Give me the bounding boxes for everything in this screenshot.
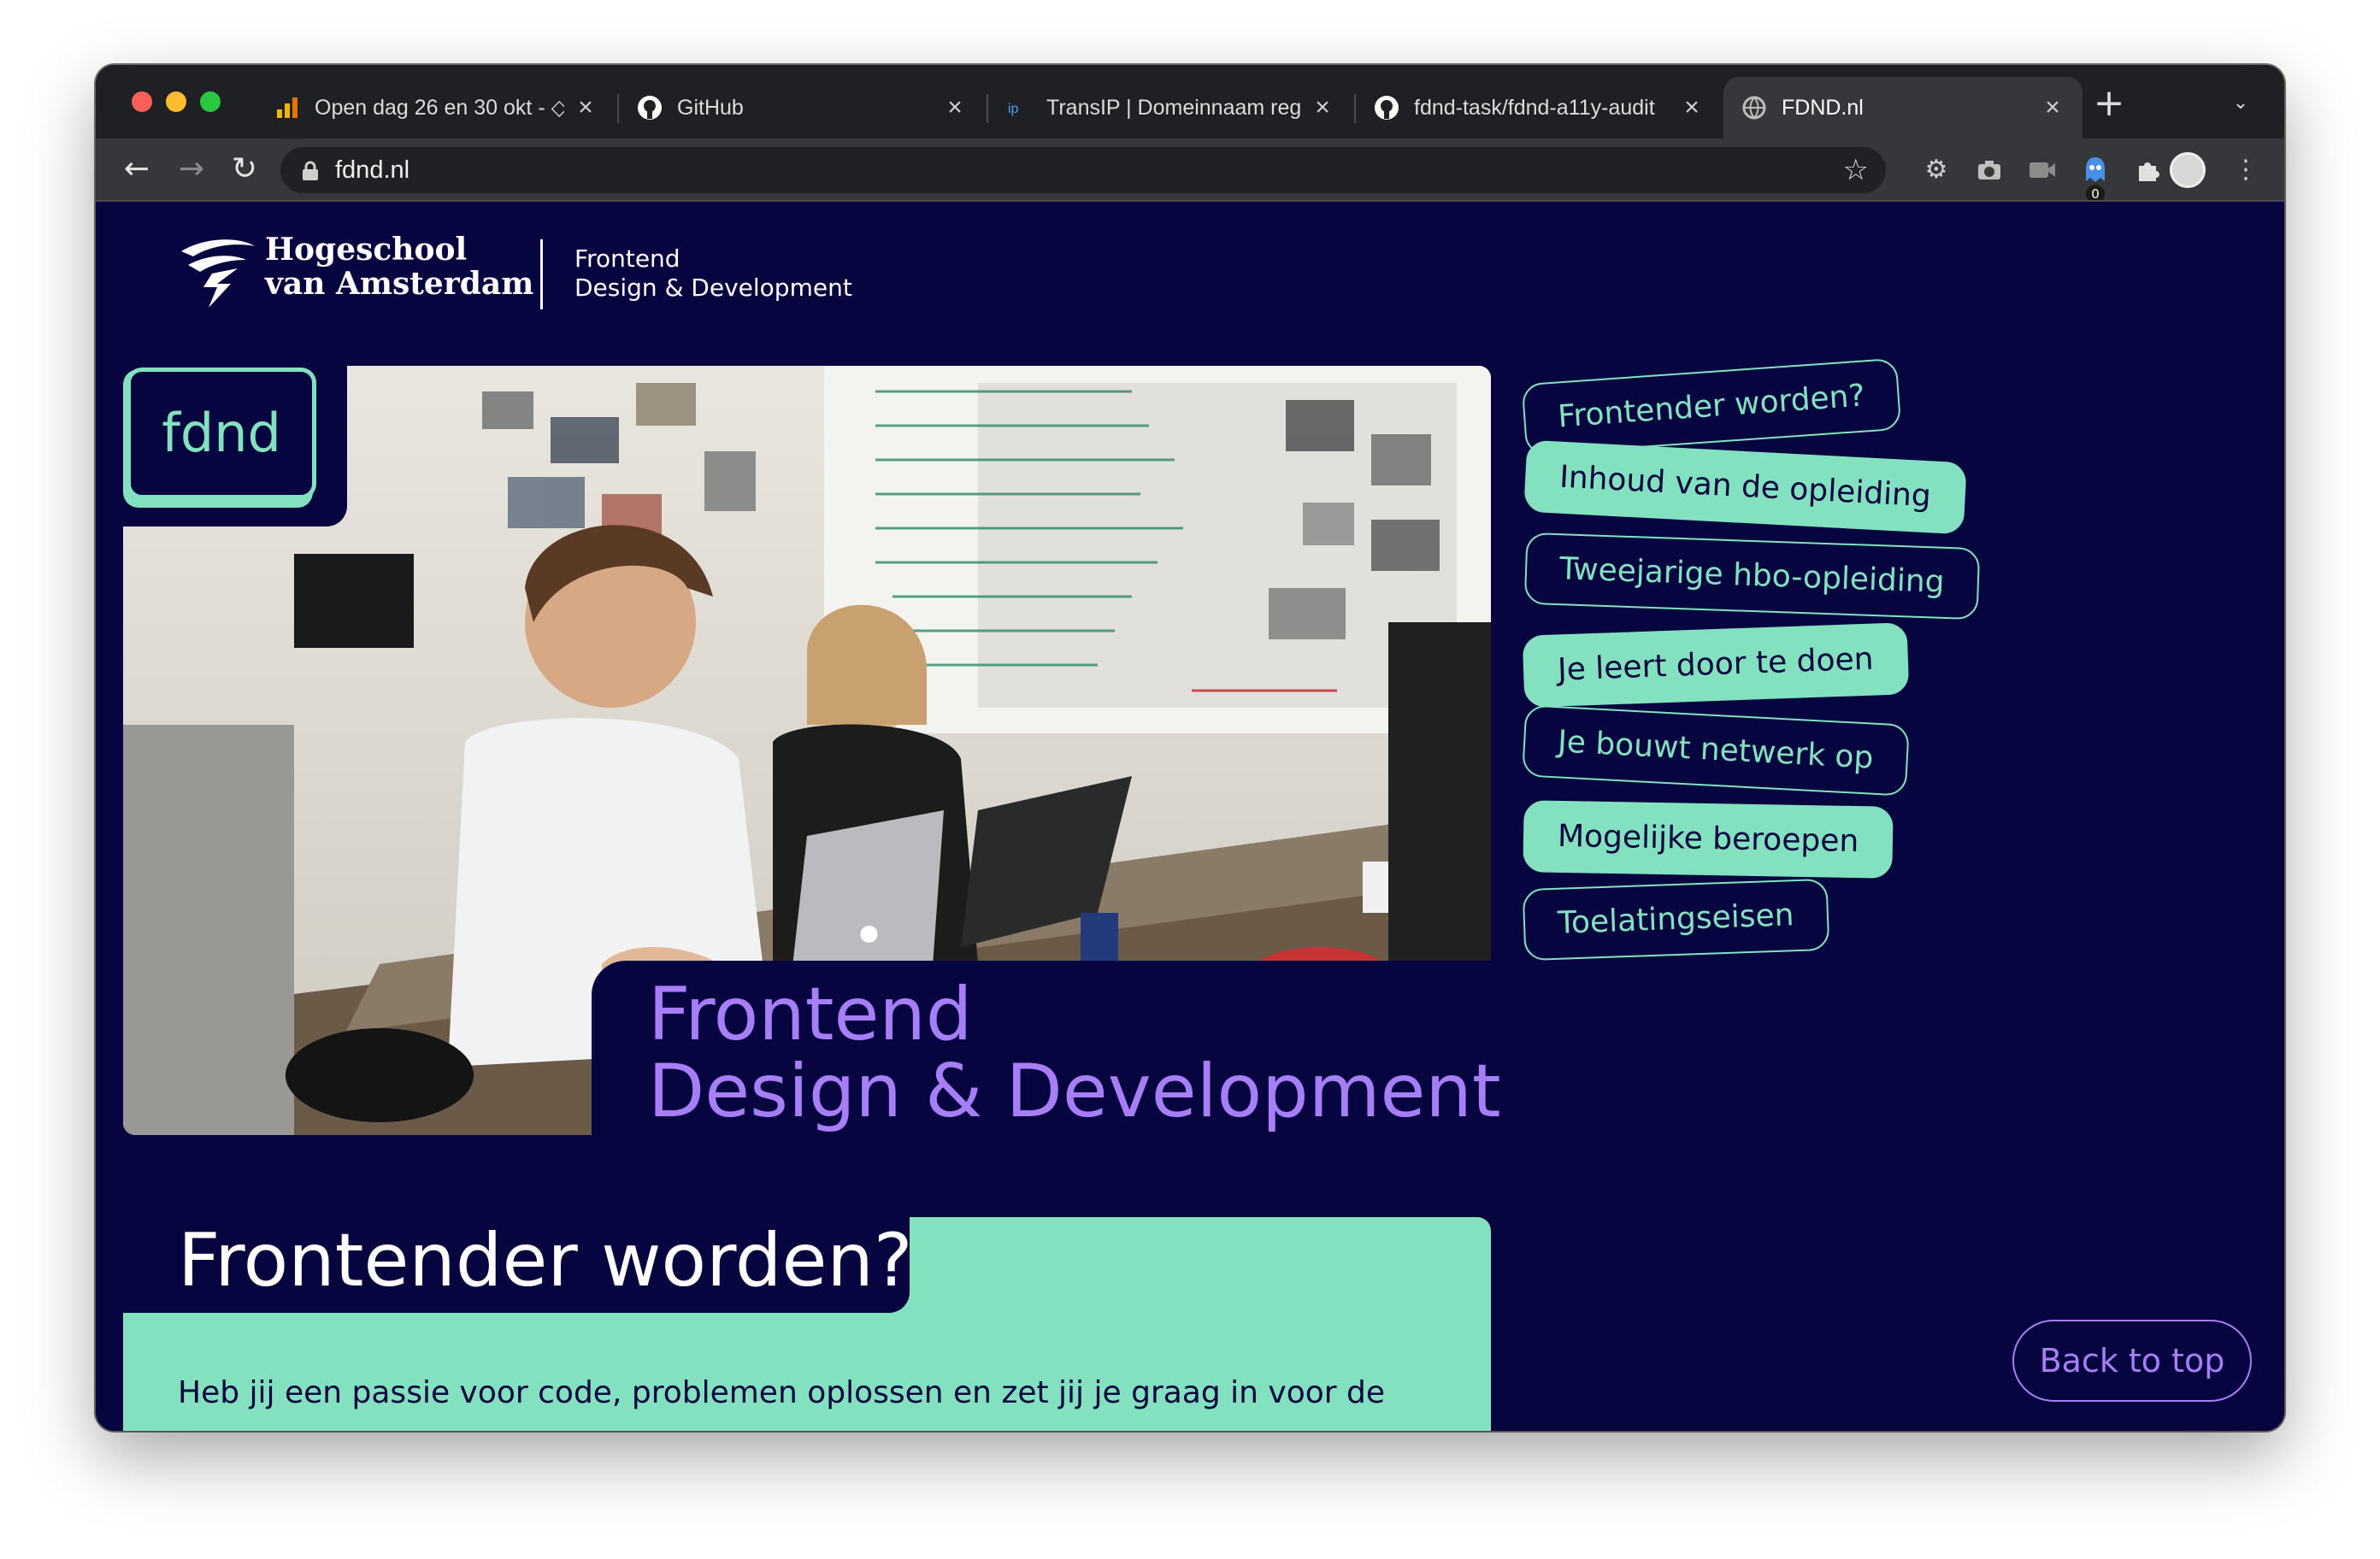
- program-wordmark[interactable]: Frontend Design & Development: [574, 244, 852, 303]
- browser-toolbar: ← → ↻ fdnd.nl ☆ ⚙ 0 ⋮: [96, 138, 2284, 203]
- tab-fdnd[interactable]: FDND.nl ×: [1723, 77, 2082, 138]
- hva-wordmark[interactable]: Hogeschool van Amsterdam: [265, 232, 533, 301]
- address-bar[interactable]: fdnd.nl ☆: [280, 147, 1886, 193]
- tab-title: TransIP | Domeinnaam reg: [1046, 95, 1301, 120]
- extensions-puzzle-icon[interactable]: [2132, 154, 2165, 186]
- hva-logo-icon[interactable]: [178, 234, 258, 311]
- hero-title-line-1: Frontend: [648, 972, 973, 1057]
- section-intro-text: Heb jij een passie voor code, problemen …: [178, 1375, 1386, 1410]
- org-line-1: Hogeschool: [265, 232, 468, 268]
- section-title: Frontender worden?: [178, 1218, 913, 1303]
- url-text: fdnd.nl: [335, 156, 410, 184]
- nav-link-inhoud-opleiding[interactable]: Inhoud van de opleiding: [1523, 439, 1967, 535]
- close-window-button[interactable]: [132, 91, 152, 112]
- nav-link-leren-door-doen[interactable]: Je leert door te doen: [1522, 622, 1909, 708]
- github-icon: [636, 94, 663, 121]
- org-line-2: van Amsterdam: [265, 266, 534, 302]
- tab-search-icon[interactable]: ⌄: [2228, 92, 2253, 118]
- nav-link-tweejarige-hbo[interactable]: Tweejarige hbo-opleiding: [1523, 532, 1980, 621]
- reload-icon[interactable]: ↻: [222, 147, 267, 191]
- tab-open-dag[interactable]: Open dag 26 en 30 okt - ◇ ×: [256, 77, 616, 138]
- browser-window: Open dag 26 en 30 okt - ◇ × GitHub × ip …: [96, 65, 2284, 1431]
- analytics-icon: [274, 94, 301, 121]
- tab-bar: Open dag 26 en 30 okt - ◇ × GitHub × ip …: [96, 65, 2284, 138]
- back-icon[interactable]: ←: [115, 147, 159, 191]
- globe-icon: [1741, 94, 1768, 121]
- nav-link-frontender-worden[interactable]: Frontender worden?: [1521, 357, 1902, 456]
- camera-icon[interactable]: [1973, 154, 2006, 186]
- svg-text:ip: ip: [1008, 102, 1019, 116]
- profile-avatar[interactable]: [2170, 152, 2206, 188]
- close-icon[interactable]: ×: [1310, 95, 1335, 121]
- web-page: Hogeschool van Amsterdam Frontend Design…: [96, 202, 2284, 1431]
- close-icon[interactable]: ×: [1679, 95, 1705, 121]
- minimize-window-button[interactable]: [166, 91, 186, 112]
- tab-transip[interactable]: ip TransIP | Domeinnaam reg ×: [988, 77, 1352, 138]
- privacy-extension-icon[interactable]: [2079, 154, 2112, 186]
- settings-gear-icon[interactable]: ⚙: [1920, 154, 1953, 186]
- nav-link-netwerk-opbouwen[interactable]: Je bouwt netwerk op: [1522, 704, 1910, 797]
- nav-link-toelatingseisen[interactable]: Toelatingseisen: [1522, 878, 1829, 962]
- zoom-window-button[interactable]: [200, 91, 221, 112]
- new-tab-button[interactable]: +: [2088, 82, 2130, 125]
- back-to-top-button[interactable]: Back to top: [2012, 1320, 2252, 1402]
- tab-title: Open dag 26 en 30 okt - ◇: [315, 96, 564, 120]
- tab-fdnd-a11y[interactable]: fdnd-task/fdnd-a11y-audit ×: [1356, 77, 1722, 138]
- hero-title-line-2: Design & Development: [648, 1049, 1501, 1134]
- program-line-1: Frontend: [574, 244, 680, 273]
- tab-title: GitHub: [677, 95, 744, 120]
- close-icon[interactable]: ×: [942, 95, 968, 121]
- program-line-2: Design & Development: [574, 274, 852, 302]
- logo-divider: [540, 239, 543, 309]
- fdnd-home-badge[interactable]: fdnd: [127, 368, 316, 499]
- video-camera-icon[interactable]: [2026, 154, 2059, 186]
- bookmark-star-icon[interactable]: ☆: [1843, 151, 1869, 189]
- more-options-icon[interactable]: ⋮: [2230, 154, 2262, 186]
- lock-icon: [301, 161, 320, 181]
- hero-title: Frontend Design & Development: [648, 976, 1501, 1130]
- transip-icon: ip: [1005, 94, 1033, 121]
- nav-link-mogelijke-beroepen[interactable]: Mogelijke beroepen: [1523, 800, 1894, 879]
- tab-title: FDND.nl: [1782, 95, 1864, 120]
- github-icon: [1373, 94, 1400, 121]
- close-icon[interactable]: ×: [573, 95, 598, 121]
- tab-github[interactable]: GitHub ×: [619, 77, 985, 138]
- forward-icon[interactable]: →: [169, 147, 214, 191]
- tab-title: fdnd-task/fdnd-a11y-audit: [1414, 95, 1655, 120]
- close-icon[interactable]: ×: [2040, 95, 2065, 121]
